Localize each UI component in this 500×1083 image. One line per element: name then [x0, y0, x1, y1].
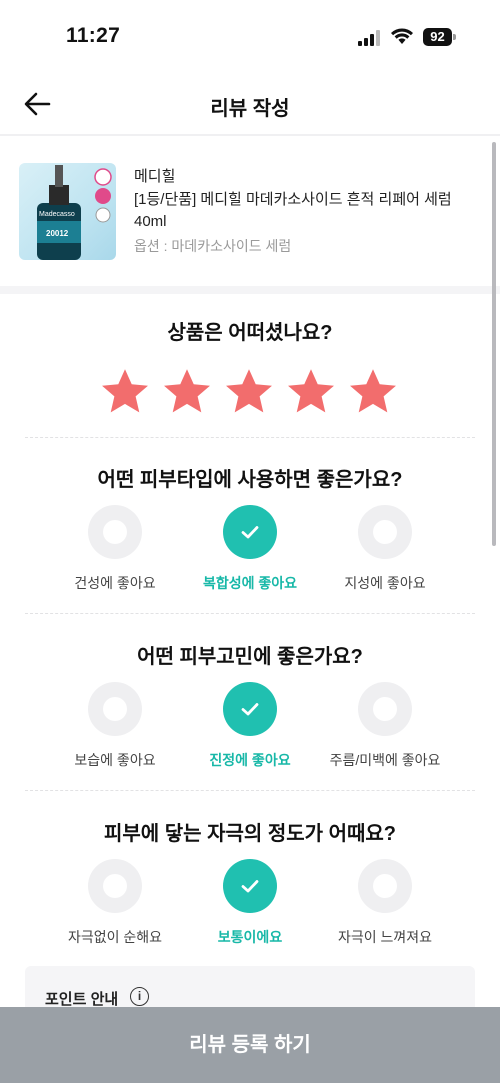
product-thumbnail: Madecasso 20012 [19, 163, 116, 260]
product-card: Madecasso 20012 메디힐 [1등/단품] 메디힐 마데카소사이드 … [0, 138, 500, 288]
battery-icon: 92 [423, 28, 456, 46]
radio-circle-icon [358, 859, 412, 913]
radio-circle-icon [88, 505, 142, 559]
option-label: 주름/미백에 좋아요 [329, 752, 441, 768]
option-label: 지성에 좋아요 [344, 575, 426, 591]
star-icon[interactable] [99, 366, 151, 418]
star-icon[interactable] [161, 366, 213, 418]
thumb-brand-text: Madecasso [39, 211, 75, 218]
section-divider [0, 286, 500, 294]
option-label: 자극이 느껴져요 [337, 929, 433, 945]
option-dry-skin[interactable]: 건성에 좋아요 [40, 505, 190, 593]
option-label: 자극없이 순해요 [67, 929, 163, 945]
irritation-question: 피부에 닿는 자극의 정도가 어때요? [103, 823, 397, 845]
product-name: [1등/단품] 메디힐 마데카소사이드 흔적 리페어 세럼 40ml [134, 191, 452, 230]
star-icon[interactable] [347, 366, 399, 418]
radio-circle-icon [88, 859, 142, 913]
info-icon[interactable]: i [130, 987, 149, 1006]
skin-concern-question: 어떤 피부고민에 좋은가요? [137, 646, 363, 668]
product-brand: 메디힐 [134, 168, 176, 185]
product-option: 옵션 : 마데카소사이드 세럼 [134, 238, 292, 254]
star-icon[interactable] [223, 366, 275, 418]
option-label: 진정에 좋아요 [209, 752, 291, 768]
radio-circle-icon [88, 682, 142, 736]
status-bar: 11:27 92 [0, 0, 500, 72]
option-combination-skin[interactable]: 복합성에 좋아요 [175, 505, 325, 593]
option-oily-skin[interactable]: 지성에 좋아요 [310, 505, 460, 593]
option-gentle[interactable]: 자극없이 순해요 [40, 859, 190, 947]
dashed-divider [25, 437, 475, 438]
submit-review-button[interactable]: 리뷰 등록 하기 [0, 1007, 500, 1083]
option-irritating[interactable]: 자극이 느껴져요 [310, 859, 460, 947]
option-moderate[interactable]: 보통이에요 [175, 859, 325, 947]
star-icon[interactable] [285, 366, 337, 418]
option-label: 복합성에 좋아요 [202, 575, 298, 591]
rating-question: 상품은 어떠셨나요? [167, 322, 333, 344]
skin-type-question: 어떤 피부타입에 사용하면 좋은가요? [97, 469, 403, 491]
dashed-divider [25, 613, 475, 614]
check-circle-icon [223, 682, 277, 736]
option-moisturizing[interactable]: 보습에 좋아요 [40, 682, 190, 770]
option-soothing[interactable]: 진정에 좋아요 [175, 682, 325, 770]
star-rating[interactable] [99, 366, 399, 420]
option-label: 보습에 좋아요 [74, 752, 156, 768]
check-circle-icon [223, 505, 277, 559]
check-circle-icon [223, 859, 277, 913]
wifi-icon [391, 28, 413, 44]
radio-circle-icon [358, 505, 412, 559]
status-time: 11:27 [66, 24, 121, 47]
option-wrinkle-whitening[interactable]: 주름/미백에 좋아요 [310, 682, 460, 770]
page-title: 리뷰 작성 [210, 98, 290, 120]
battery-level: 92 [423, 28, 452, 46]
dashed-divider [25, 790, 475, 791]
header: 리뷰 작성 [0, 72, 500, 136]
signal-icon [358, 30, 382, 46]
thumb-code-text: 20012 [46, 229, 69, 238]
point-info-title: 포인트 안내 [45, 991, 119, 1008]
option-label: 보통이에요 [217, 929, 283, 945]
option-label: 건성에 좋아요 [74, 575, 156, 591]
radio-circle-icon [358, 682, 412, 736]
